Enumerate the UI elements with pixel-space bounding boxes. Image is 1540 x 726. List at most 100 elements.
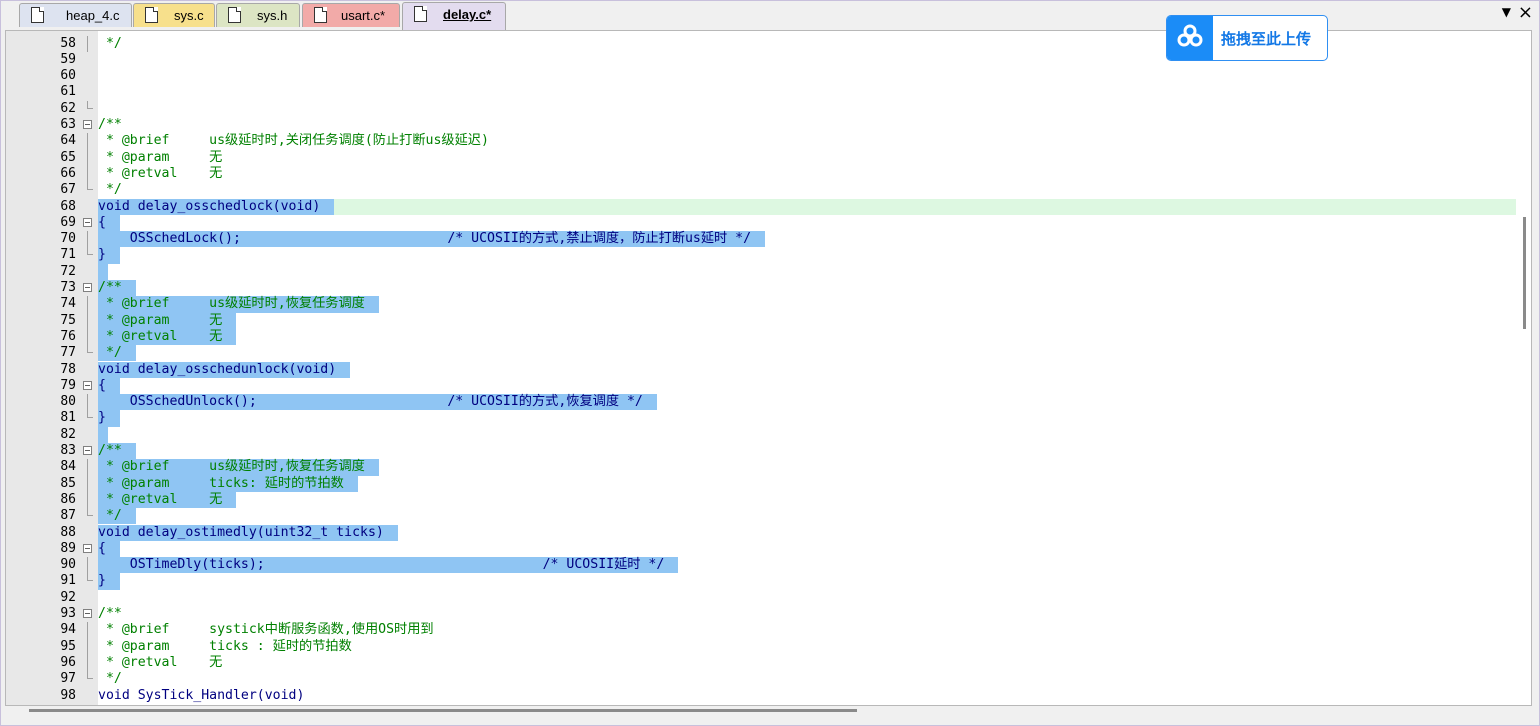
code-line[interactable]: 66 * @retval 无: [6, 165, 1516, 183]
line-number: 62: [60, 100, 76, 116]
code-line[interactable]: 73 /**: [6, 280, 1516, 297]
code-line[interactable]: 72: [6, 263, 1516, 280]
tab-sys-c[interactable]: sys.c: [133, 3, 215, 27]
code-line[interactable]: 98 void SysTick_Handler(void): [6, 688, 1516, 704]
code-text: * @param ticks : 延时的节拍数: [98, 638, 352, 654]
code-line[interactable]: 65 * @param 无: [6, 149, 1516, 166]
line-number: 88: [60, 524, 76, 540]
fold-guide: [87, 231, 88, 248]
code-text: * @brief systick中断服务函数,使用OS时用到: [98, 622, 434, 638]
fold-collapse-icon[interactable]: [83, 446, 92, 455]
fold-end-marker: [87, 247, 93, 256]
fold-end-marker: [87, 671, 93, 680]
code-text: * @retval 无: [98, 654, 223, 670]
code-line[interactable]: 88 void delay_ostimedly(uint32_t ticks): [6, 524, 1516, 541]
code-line[interactable]: 80 OSSchedUnlock(); /* UCOSII的方式,恢复调度 */: [6, 394, 1516, 411]
line-number: 69: [60, 214, 76, 230]
line-number: 93: [60, 606, 76, 621]
code-line[interactable]: 85 * @param ticks: 延时的节拍数: [6, 475, 1516, 492]
line-number: 89: [60, 540, 76, 556]
tab-heap-4-c[interactable]: heap_4.c: [19, 3, 132, 27]
code-line[interactable]: 97 */: [6, 671, 1516, 687]
code-line[interactable]: 87 */: [6, 508, 1516, 525]
fold-collapse-icon[interactable]: [83, 120, 92, 129]
fold-guide: [87, 491, 88, 509]
code-line[interactable]: 71}: [6, 247, 1516, 264]
line-number: 70: [60, 231, 76, 247]
code-line[interactable]: 90 OSTimeDly(ticks); /* UCOSII延时 */: [6, 557, 1516, 574]
tab-list-dropdown-icon[interactable]: ▼: [1502, 5, 1511, 19]
code-text: */: [98, 35, 122, 51]
line-number: 64: [60, 133, 76, 149]
code-line[interactable]: 70 OSSchedLock(); /* UCOSII的方式,禁止调度，防止打断…: [6, 231, 1516, 248]
fold-guide: [87, 35, 88, 52]
code-line[interactable]: 91}: [6, 573, 1516, 590]
code-line[interactable]: 61: [6, 84, 1516, 100]
upload-button[interactable]: 拖拽至此上传: [1166, 15, 1328, 61]
code-line[interactable]: 89 {: [6, 540, 1516, 558]
line-number: 66: [60, 165, 76, 181]
code-line[interactable]: 64 * @brief us级延时时,关闭任务调度(防止打断us级延迟): [6, 133, 1516, 150]
fold-collapse-icon[interactable]: [83, 543, 92, 553]
code-line[interactable]: 68 void delay_osschedlock(void): [6, 198, 1516, 215]
line-number: 72: [60, 263, 76, 279]
fold-collapse-icon[interactable]: [83, 283, 92, 292]
code-line[interactable]: 81}: [6, 410, 1516, 427]
fold-guide: [87, 296, 88, 313]
fold-collapse-icon[interactable]: [83, 217, 92, 227]
tab-label: usart.c*: [341, 8, 386, 23]
file-icon: [228, 7, 241, 23]
code-line[interactable]: 96 * @retval 无: [6, 654, 1516, 672]
code-text: OSSchedUnlock(); /* UCOSII的方式,恢复调度 */: [98, 394, 657, 411]
code-line[interactable]: 69 {: [6, 214, 1516, 232]
code-line[interactable]: 75 * @param 无: [6, 312, 1516, 329]
code-line[interactable]: 84 * @brief us级延时时,恢复任务调度: [6, 459, 1516, 476]
line-number: 58: [60, 35, 76, 51]
code-line[interactable]: 78 void delay_osschedunlock(void): [6, 361, 1516, 378]
fold-guide: [87, 459, 88, 476]
tab-label: sys.h: [257, 8, 288, 23]
line-number: 87: [60, 508, 76, 524]
code-line[interactable]: 62: [6, 100, 1516, 117]
code-line[interactable]: 92: [6, 590, 1516, 606]
code-editor[interactable]: 58 */59 60 61 62 63/** 64 * @brief us级延时时,关闭任…: [5, 30, 1532, 706]
close-icon[interactable]: ×: [1518, 2, 1533, 23]
code-text: /**: [98, 606, 122, 621]
tab-delay-c[interactable]: delay.c*: [402, 2, 506, 30]
fold-guide: [87, 654, 88, 672]
code-text: * @brief us级延时时,关闭任务调度(防止打断us级延迟): [98, 133, 489, 149]
code-line[interactable]: 74 * @brief us级延时时,恢复任务调度: [6, 296, 1516, 313]
fold-end-marker: [87, 345, 93, 354]
code-line[interactable]: 94 * @brief systick中断服务函数,使用OS时用到: [6, 622, 1516, 639]
code-line[interactable]: 83 /**: [6, 443, 1516, 460]
code-line[interactable]: 82: [6, 426, 1516, 443]
vertical-scrollbar[interactable]: [1523, 217, 1526, 329]
tab-usart-c[interactable]: usart.c*: [302, 3, 400, 27]
line-number: 85: [60, 475, 76, 491]
code-text: OSSchedLock(); /* UCOSII的方式,禁止调度，防止打断us延…: [98, 231, 766, 248]
code-line[interactable]: 63 /**: [6, 117, 1516, 133]
code-text: {: [98, 540, 120, 558]
code-line[interactable]: 93 /**: [6, 606, 1516, 622]
fold-collapse-icon[interactable]: [83, 609, 92, 618]
fold-collapse-icon[interactable]: [83, 380, 92, 390]
code-line[interactable]: 76 * @retval 无: [6, 328, 1516, 346]
line-number: 67: [60, 182, 76, 198]
code-line[interactable]: 77 */: [6, 345, 1516, 362]
code-line[interactable]: 95 * @param ticks : 延时的节拍数: [6, 638, 1516, 655]
code-line[interactable]: 67 */: [6, 182, 1516, 198]
code-line[interactable]: 79 {: [6, 377, 1516, 395]
fold-guide: [87, 475, 88, 492]
tab-sys-h[interactable]: sys.h: [216, 3, 300, 27]
code-line[interactable]: 60: [6, 68, 1516, 84]
code-text: */: [98, 182, 122, 198]
line-number: 84: [60, 459, 76, 475]
horizontal-scrollbar[interactable]: [29, 709, 857, 712]
fold-guide: [87, 622, 88, 639]
code-line[interactable]: 86 * @retval 无: [6, 491, 1516, 509]
tab-label: sys.c: [174, 8, 204, 23]
